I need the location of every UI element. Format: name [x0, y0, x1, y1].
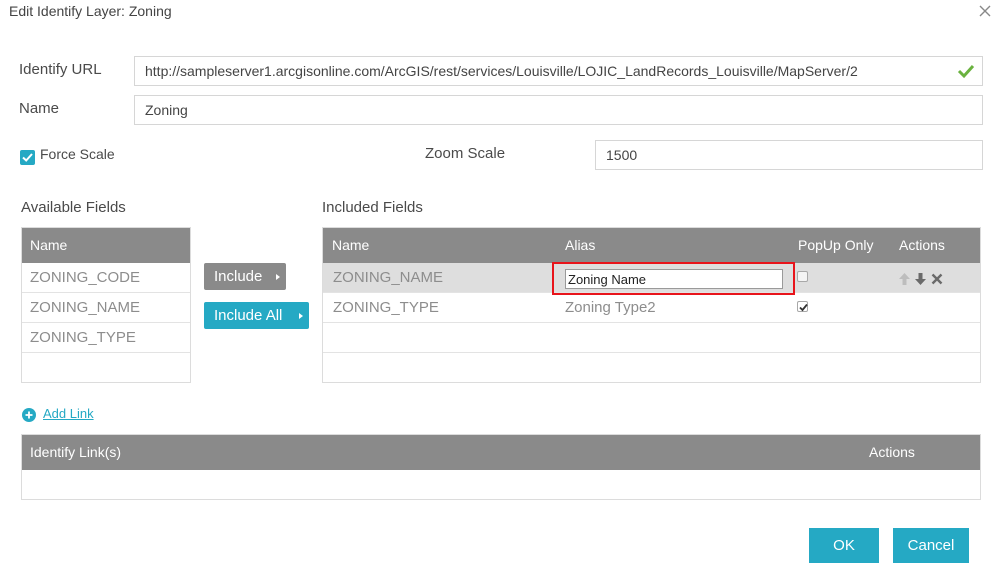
cancel-button[interactable]: Cancel: [893, 528, 969, 563]
included-field-name: ZONING_NAME: [333, 269, 444, 286]
identify-links-header-label: Identify Link(s): [30, 444, 122, 460]
include-all-button-label: Include All: [214, 307, 283, 324]
close-icon[interactable]: [976, 2, 994, 20]
caret-right-icon: [276, 274, 280, 280]
force-scale-checkbox[interactable]: [20, 150, 35, 165]
include-button-label: Include: [214, 268, 263, 285]
available-fields-table: Name ZONING_CODE ZONING_NAME ZONING_TYPE: [21, 227, 191, 383]
popup-only-checkbox[interactable]: [797, 301, 808, 312]
included-name-header: Name: [332, 237, 370, 253]
zoom-scale-label: Zoom Scale: [425, 145, 506, 162]
checkmark-icon: [957, 63, 975, 79]
field-name: ZONING_CODE: [30, 269, 141, 286]
available-fields-header: Name: [22, 228, 190, 263]
links-actions-header: Actions: [869, 444, 915, 460]
include-all-button[interactable]: Include All: [204, 302, 309, 329]
delete-icon[interactable]: [931, 272, 943, 290]
force-scale-label: Force Scale: [40, 146, 115, 162]
included-fields-table: Name Alias PopUp Only Actions ZONING_NAM…: [322, 227, 981, 383]
plus-circle-icon[interactable]: [22, 408, 36, 422]
arrow-up-icon[interactable]: [899, 272, 910, 290]
popup-only-header: PopUp Only: [798, 237, 874, 253]
actions-header: Actions: [899, 237, 945, 253]
included-field-name: ZONING_TYPE: [333, 299, 439, 316]
table-row: [323, 353, 980, 383]
caret-right-icon: [299, 313, 303, 319]
list-item[interactable]: ZONING_TYPE: [22, 323, 190, 353]
identify-url-label: Identify URL: [19, 61, 102, 78]
included-fields-header: Name Alias PopUp Only Actions: [323, 228, 980, 263]
add-link-button[interactable]: Add Link: [43, 406, 94, 421]
list-item[interactable]: ZONING_NAME: [22, 293, 190, 323]
field-name: ZONING_TYPE: [30, 329, 136, 346]
table-row: [323, 323, 980, 353]
name-label: Name: [19, 100, 60, 117]
name-input[interactable]: Zoning: [134, 95, 983, 125]
dialog-title: Edit Identify Layer: Zoning: [9, 3, 172, 19]
identify-links-header: Identify Link(s) Actions: [22, 435, 980, 470]
available-fields-title: Available Fields: [21, 199, 126, 216]
table-row[interactable]: ZONING_TYPE Zoning Type2: [323, 293, 980, 323]
alias-input[interactable]: [565, 269, 783, 289]
alias-edit-highlight: [552, 262, 795, 295]
arrow-down-icon[interactable]: [915, 272, 926, 290]
ok-button[interactable]: OK: [809, 528, 879, 563]
zoom-scale-input[interactable]: 1500: [595, 140, 983, 170]
include-button[interactable]: Include: [204, 263, 286, 290]
field-name: ZONING_NAME: [30, 299, 141, 316]
identify-url-input[interactable]: http://sampleserver1.arcgisonline.com/Ar…: [134, 56, 983, 86]
alias-value[interactable]: Zoning Type2: [565, 293, 656, 323]
alias-header: Alias: [565, 237, 596, 253]
included-fields-title: Included Fields: [322, 199, 423, 216]
popup-only-checkbox[interactable]: [797, 271, 808, 282]
available-name-header: Name: [30, 237, 68, 253]
identify-links-table: Identify Link(s) Actions: [21, 434, 981, 500]
list-item[interactable]: ZONING_CODE: [22, 263, 190, 293]
